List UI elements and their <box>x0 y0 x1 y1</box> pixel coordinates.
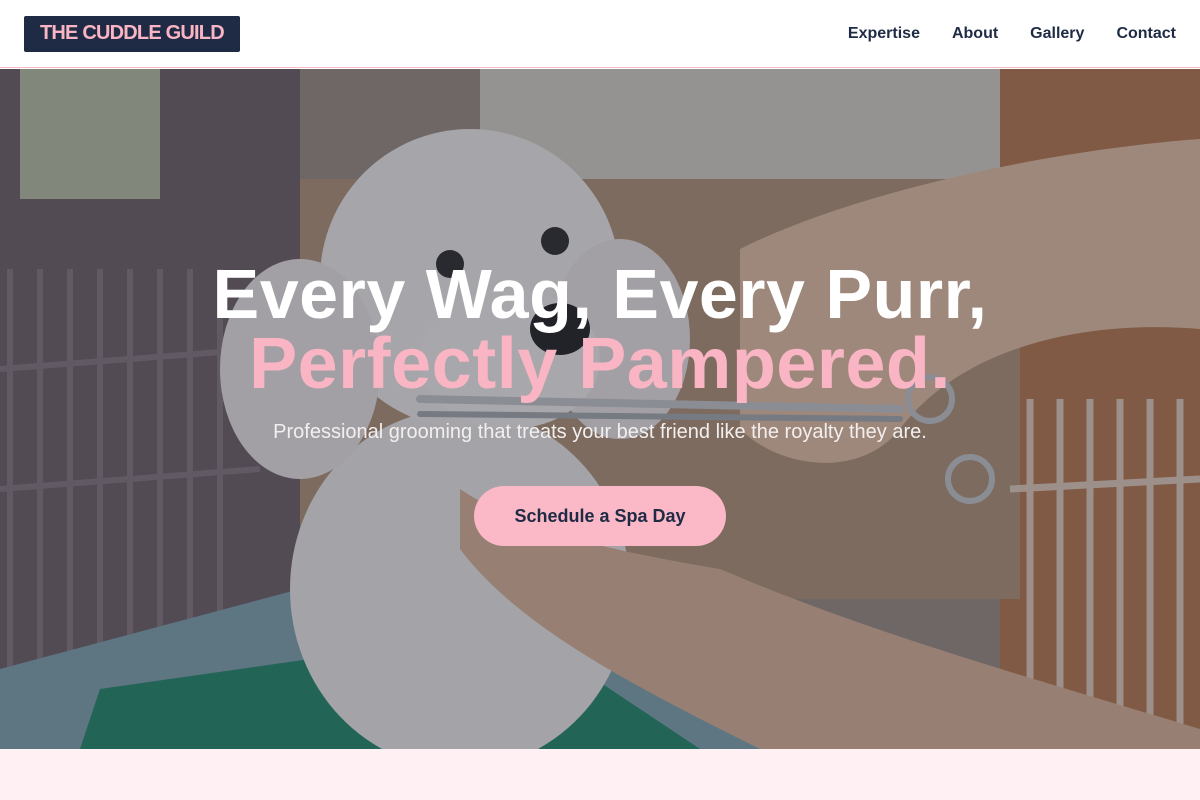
site-header: THE CUDDLE GUILD Expertise About Gallery… <box>0 0 1200 68</box>
hero-headline-line1: Every Wag, Every Purr, <box>212 255 988 333</box>
hero-content: Every Wag, Every Purr, Perfectly Pampere… <box>0 69 1200 749</box>
next-section <box>0 749 1200 800</box>
nav-link-about[interactable]: About <box>952 25 998 43</box>
hero-section: Every Wag, Every Purr, Perfectly Pampere… <box>0 69 1200 749</box>
logo[interactable]: THE CUDDLE GUILD <box>24 15 240 52</box>
nav-link-gallery[interactable]: Gallery <box>1030 25 1084 43</box>
nav-link-expertise[interactable]: Expertise <box>848 25 920 43</box>
main-nav: Expertise About Gallery Contact <box>848 25 1176 43</box>
hero-headline-line2: Perfectly Pampered. <box>249 324 951 404</box>
schedule-spa-day-button[interactable]: Schedule a Spa Day <box>474 486 726 546</box>
hero-headline: Every Wag, Every Purr, Perfectly Pampere… <box>212 255 988 404</box>
nav-link-contact[interactable]: Contact <box>1116 25 1176 43</box>
hero-subtitle: Professional grooming that treats your b… <box>273 421 927 443</box>
